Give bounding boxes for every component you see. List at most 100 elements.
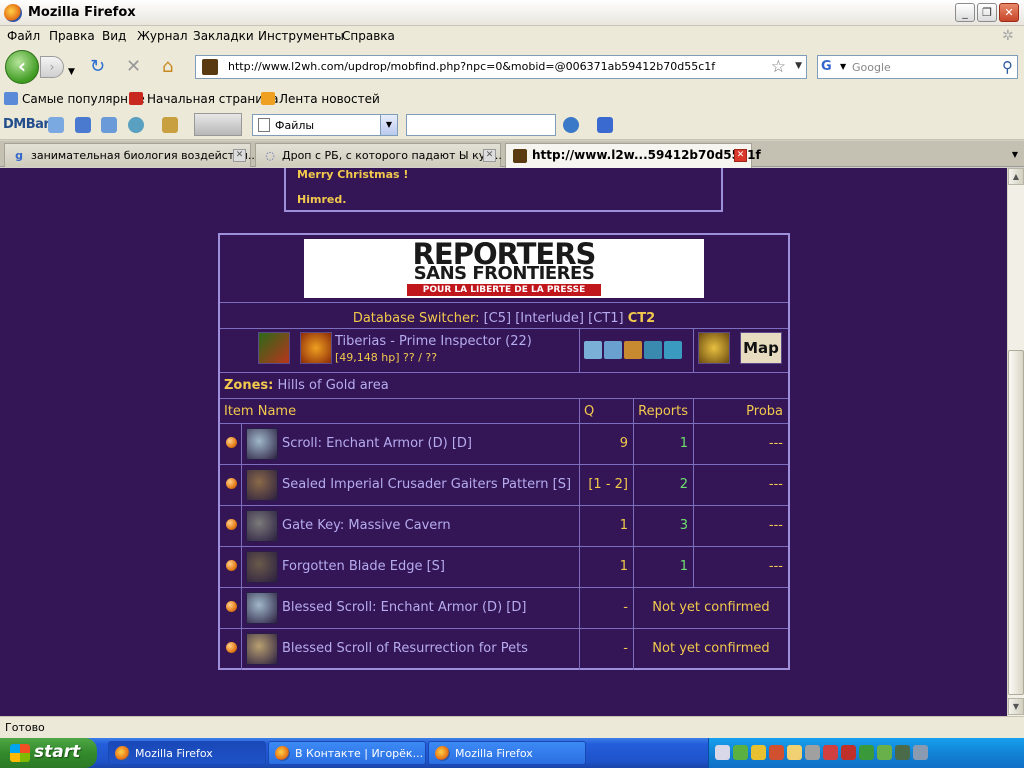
tray-icon-11[interactable] (895, 745, 910, 760)
tray-icon-4[interactable] (769, 745, 784, 760)
tray-icon-1[interactable] (715, 745, 730, 760)
start-button[interactable]: start (0, 738, 97, 768)
task-firefox-1[interactable]: Mozilla Firefox (108, 741, 266, 765)
item-icon[interactable] (246, 551, 278, 583)
dmbar-tool-icon-3[interactable] (162, 117, 178, 133)
menu-view[interactable]: Вид (102, 29, 126, 43)
tab-3-close-icon[interactable]: ✕ (734, 149, 747, 162)
tray-language-icon[interactable] (823, 745, 838, 760)
menu-bookmarks[interactable]: Закладки (193, 29, 254, 43)
tab-2-close-icon[interactable]: ✕ (483, 149, 496, 162)
item-proba: --- (768, 436, 783, 451)
rsf-banner[interactable]: REPORTERS SANS FRONTIERES POUR LA LIBERT… (304, 239, 704, 298)
tray-icon-8[interactable] (841, 745, 856, 760)
windows-taskbar: start Mozilla Firefox В Контакте | Игорё… (0, 738, 1024, 768)
minimize-button[interactable]: _ (955, 3, 975, 22)
tray-shield-icon[interactable] (751, 745, 766, 760)
scroll-up-button[interactable]: ▲ (1008, 168, 1024, 185)
menu-history[interactable]: Журнал (137, 29, 188, 43)
tab-2[interactable]: ◌ Дроп с РБ, с которого падают Ы кус... … (255, 143, 502, 167)
close-button[interactable]: ✕ (999, 3, 1019, 22)
item-name-link[interactable]: Blessed Scroll: Enchant Armor (D) [D] (282, 600, 526, 615)
mob-loot-icon[interactable] (698, 332, 730, 364)
tray-icon-5[interactable] (787, 745, 802, 760)
item-q-cell: [1 - 2] (580, 465, 634, 505)
url-text[interactable]: http://www.l2wh.com/updrop/mobfind.php?n… (228, 60, 715, 73)
item-name-link[interactable]: Blessed Scroll of Resurrection for Pets (282, 641, 528, 656)
forward-button[interactable]: › (40, 56, 64, 78)
scrollbar-thumb[interactable] (1008, 350, 1024, 695)
item-icon[interactable] (246, 510, 278, 542)
back-button[interactable]: ‹ (5, 50, 39, 84)
item-name-link[interactable]: Gate Key: Massive Cavern (282, 518, 451, 533)
mob-name[interactable]: Tiberias - Prime Inspector (22) (335, 334, 532, 349)
skill-icon-4[interactable] (644, 341, 662, 359)
bookmark-most-visited[interactable]: Самые популярные (4, 92, 145, 106)
item-reports: 1 (679, 436, 688, 451)
tab-3-active[interactable]: http://www.l2w...59412b70d55c1f ✕ (505, 143, 761, 168)
chevron-down-icon[interactable]: ▼ (380, 115, 397, 135)
skill-icon-2[interactable] (604, 341, 622, 359)
bookmark-news-feed[interactable]: Лента новостей (261, 92, 380, 106)
item-icon[interactable] (246, 633, 278, 665)
zones-value[interactable]: Hills of Gold area (278, 378, 389, 393)
task-vkontakte[interactable]: В Контакте | Игорёк... (268, 741, 426, 765)
skill-icon-5[interactable] (664, 341, 682, 359)
rss-icon (261, 92, 275, 105)
skill-icon-1[interactable] (584, 341, 602, 359)
dmbar-grey-button[interactable] (194, 113, 242, 136)
tab-1[interactable]: g занимательная биология воздействи... ✕ (4, 143, 258, 167)
tray-icon-12[interactable] (913, 745, 928, 760)
bookmark-home-page[interactable]: Начальная страница (129, 92, 279, 106)
tray-icon-9[interactable] (859, 745, 874, 760)
search-icon[interactable]: ⚲ (1002, 58, 1013, 76)
dmbar-search-input[interactable] (406, 114, 556, 136)
dmbar-tool-icon-1[interactable] (48, 117, 64, 133)
reload-icon[interactable]: ↻ (90, 57, 105, 77)
maximize-button[interactable]: ❐ (977, 3, 997, 22)
menu-edit[interactable]: Правка (49, 29, 95, 43)
item-icon[interactable] (246, 592, 278, 624)
dmbar-globe-icon[interactable] (128, 117, 144, 133)
bullet-cell (220, 465, 242, 505)
menu-file[interactable]: Файл (7, 29, 40, 43)
task-firefox-2[interactable]: Mozilla Firefox (428, 741, 586, 765)
db-option-interlude[interactable]: [Interlude] (515, 311, 584, 326)
map-button[interactable]: Map (740, 332, 782, 364)
scroll-down-button[interactable]: ▼ (1008, 698, 1024, 715)
header-item-name: Item Name (224, 404, 297, 419)
dmbar-add-icon[interactable] (75, 117, 91, 133)
item-name-link[interactable]: Scroll: Enchant Armor (D) [D] (282, 436, 472, 451)
tray-icon-2[interactable] (733, 745, 748, 760)
tray-icon-10[interactable] (877, 745, 892, 760)
tray-icon-6[interactable] (805, 745, 820, 760)
item-icon[interactable] (246, 428, 278, 460)
files-select[interactable]: Файлы ▼ (252, 114, 398, 136)
google-icon[interactable]: G (821, 59, 839, 75)
skill-icon-3[interactable] (624, 341, 642, 359)
stop-icon[interactable]: ✕ (126, 57, 141, 77)
url-bar[interactable]: http://www.l2wh.com/updrop/mobfind.php?n… (195, 55, 807, 79)
home-icon[interactable]: ⌂ (162, 57, 173, 77)
tab-list-dropdown-icon[interactable]: ▼ (1007, 144, 1023, 165)
url-dropdown-icon[interactable]: ▼ (795, 61, 802, 71)
search-input[interactable]: Google (852, 61, 891, 74)
search-engine-dropdown-icon[interactable]: ▼ (840, 62, 846, 71)
menu-tools[interactable]: Инструменты (258, 29, 344, 43)
tab-1-close-icon[interactable]: ✕ (233, 149, 246, 162)
item-name-link[interactable]: Sealed Imperial Crusader Gaiters Pattern… (282, 477, 571, 492)
db-option-ct1[interactable]: [CT1] (588, 311, 623, 326)
dmbar-tool-icon-2[interactable] (101, 117, 117, 133)
item-icon[interactable] (246, 469, 278, 501)
history-dropdown-icon[interactable]: ▼ (68, 62, 75, 82)
dmbar-download-icon[interactable] (597, 117, 613, 133)
db-option-c5[interactable]: [C5] (484, 311, 512, 326)
search-box[interactable]: G ▼ Google ⚲ (817, 55, 1018, 79)
bookmark-star-icon[interactable]: ☆ (771, 57, 786, 77)
dmbar-search-icon[interactable] (563, 117, 579, 133)
vertical-scrollbar[interactable]: ▲ ▼ (1007, 168, 1024, 716)
item-status-cell: Not yet confirmed (634, 588, 788, 628)
menu-help[interactable]: Справка (342, 29, 395, 43)
item-name-link[interactable]: Forgotten Blade Edge [S] (282, 559, 445, 574)
banner-row: REPORTERS SANS FRONTIERES POUR LA LIBERT… (220, 235, 788, 303)
